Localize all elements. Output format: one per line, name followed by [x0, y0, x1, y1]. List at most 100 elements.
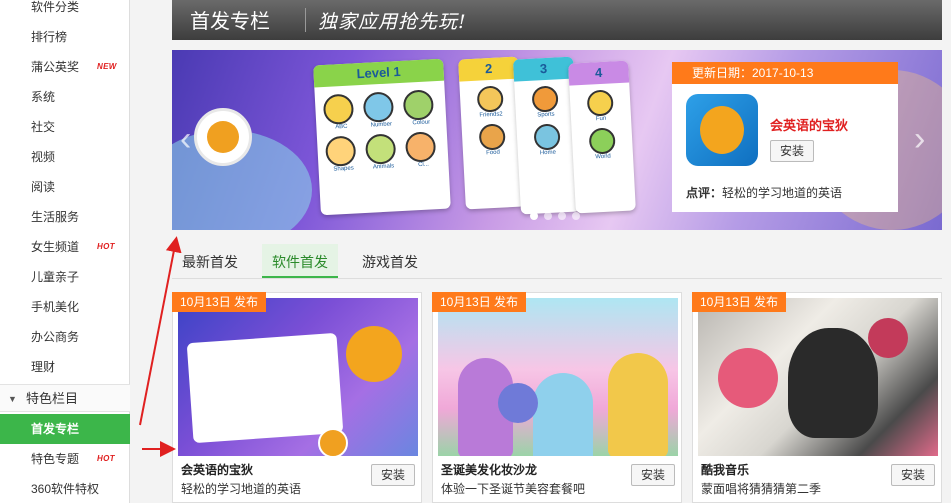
- sidebar-item-system[interactable]: 系统: [0, 82, 130, 112]
- friends-icon: [476, 85, 504, 113]
- sidebar-section-featured[interactable]: ▼ 特色栏目: [0, 384, 130, 412]
- level-card-title: 3: [512, 56, 575, 82]
- sidebar-item-office[interactable]: 办公商务: [0, 322, 130, 352]
- card-label: Number: [370, 121, 393, 129]
- sidebar-item-label: 女生频道: [31, 240, 80, 254]
- pager-dot[interactable]: [530, 212, 538, 220]
- hero-banner[interactable]: Level 1 ABC Number Colour Shapes Animals…: [172, 50, 942, 230]
- app-description: 蒙面唱将猜猜猜第二季: [701, 482, 822, 496]
- sidebar-item-label: 软件分类: [31, 0, 80, 14]
- sidebar-item-girls[interactable]: 女生频道 HOT: [0, 232, 130, 262]
- featured-app-name[interactable]: 会英语的宝狄: [770, 115, 848, 134]
- pager-dot[interactable]: [558, 212, 566, 220]
- card-label: Food: [486, 149, 501, 157]
- app-name[interactable]: 圣诞美发化妆沙龙: [441, 461, 537, 478]
- sidebar-item-label: 办公商务: [31, 330, 80, 344]
- level-card-title: 4: [568, 60, 630, 86]
- card-label: Friends2: [479, 111, 503, 119]
- headphone-icon: [868, 318, 908, 358]
- card-label: World: [595, 153, 611, 161]
- release-date-tag: 10月13日 发布: [432, 292, 527, 312]
- sidebar-item-label: 阅读: [31, 180, 56, 194]
- sidebar-item-finance[interactable]: 理财: [0, 352, 130, 382]
- number-icon: [362, 91, 395, 123]
- comment-prefix: 点评：: [686, 186, 723, 200]
- sidebar-item-video[interactable]: 视频: [0, 142, 130, 172]
- app-tile[interactable]: 10月13日 发布 圣诞美发化妆沙龙 体验一下圣诞节美容套餐吧 安装: [432, 292, 682, 503]
- app-banner-image[interactable]: [178, 298, 418, 456]
- world-icon: [588, 127, 616, 155]
- card-label: Fun: [595, 115, 607, 123]
- sidebar-item-first-release[interactable]: 首发专栏: [0, 414, 130, 444]
- sidebar-item-label: 排行榜: [31, 30, 68, 44]
- level-card: Level 1 ABC Number Colour Shapes Animals…: [313, 58, 451, 216]
- bear-character-icon: [346, 326, 402, 382]
- update-date: 更新日期：2017-10-13: [672, 62, 898, 84]
- app-description: 轻松的学习地道的英语: [181, 482, 302, 496]
- pager-dot[interactable]: [572, 212, 580, 220]
- shapes-icon: [324, 135, 357, 167]
- card-label: Shapes: [333, 165, 354, 173]
- sidebar-item-software-category[interactable]: 软件分类: [0, 0, 130, 22]
- sidebar-item-label: 儿童亲子: [31, 270, 80, 284]
- new-badge: NEW: [97, 62, 117, 71]
- chevron-left-icon[interactable]: ‹: [180, 120, 191, 159]
- sports-icon: [531, 85, 559, 113]
- sidebar-item-kids[interactable]: 儿童亲子: [0, 262, 130, 292]
- abc-icon: [322, 93, 355, 126]
- chevron-right-icon[interactable]: ›: [914, 120, 925, 159]
- app-banner-image[interactable]: [698, 298, 938, 456]
- tab-software[interactable]: 软件首发: [262, 244, 338, 278]
- card-label: Animals: [372, 163, 395, 171]
- level-card-title: 2: [458, 56, 520, 82]
- fun-icon: [586, 89, 614, 117]
- princess-figure: [533, 373, 593, 456]
- app-banner-image[interactable]: [438, 298, 678, 456]
- clothes-icon: [404, 131, 437, 163]
- sidebar: 软件分类 排行榜 蒲公英奖 NEW 系统 社交 视频 阅读 生活服务 女生频道 HO…: [0, 0, 130, 503]
- app-description: 体验一下圣诞节美容套餐吧: [441, 482, 586, 496]
- sidebar-item-social[interactable]: 社交: [0, 112, 130, 142]
- sidebar-item-special-topic[interactable]: 特色专题 HOT: [0, 444, 130, 474]
- bear-character-icon: [194, 108, 252, 166]
- sidebar-item-label: 手机美化: [31, 300, 80, 314]
- home-icon: [533, 123, 561, 151]
- caret-down-icon: ▼: [8, 394, 17, 404]
- tab-games[interactable]: 游戏首发: [362, 244, 418, 278]
- tab-latest[interactable]: 最新首发: [182, 244, 238, 278]
- app-name[interactable]: 酷我音乐: [701, 461, 749, 478]
- carousel-pager: [530, 208, 586, 223]
- level-card-thumb: [186, 332, 344, 444]
- sidebar-item-life-service[interactable]: 生活服务: [0, 202, 130, 232]
- sidebar-item-label: 社交: [31, 120, 56, 134]
- install-button[interactable]: 安装: [891, 464, 935, 486]
- sidebar-item-label: 特色专题: [31, 452, 80, 466]
- install-button[interactable]: 安装: [631, 464, 675, 486]
- decor-circle: [718, 348, 778, 408]
- card-label: Sports: [537, 111, 555, 119]
- column-header: 首发专栏 独家应用抢先玩!: [172, 0, 942, 40]
- sidebar-item-award[interactable]: 蒲公英奖 NEW: [0, 52, 130, 82]
- page-title: 首发专栏: [190, 11, 270, 33]
- hot-badge: HOT: [97, 242, 115, 251]
- app-tile[interactable]: 10月13日 发布 会英语的宝狄 轻松的学习地道的英语 安装: [172, 292, 422, 503]
- sidebar-item-privilege[interactable]: 360软件特权: [0, 474, 130, 503]
- release-date-tag: 10月13日 发布: [172, 292, 267, 312]
- header-divider: [305, 8, 306, 32]
- install-button[interactable]: 安装: [371, 464, 415, 486]
- head-silhouette: [788, 328, 878, 438]
- app-name[interactable]: 会英语的宝狄: [181, 461, 253, 478]
- sidebar-item-reading[interactable]: 阅读: [0, 172, 130, 202]
- featured-install-button[interactable]: 安装: [770, 140, 814, 162]
- sidebar-item-label: 理财: [31, 360, 56, 374]
- sidebar-item-ranking[interactable]: 排行榜: [0, 22, 130, 52]
- release-date-tag: 10月13日 发布: [692, 292, 787, 312]
- princess-figure: [608, 353, 668, 456]
- pager-dot[interactable]: [544, 212, 552, 220]
- app-tile[interactable]: 10月13日 发布 酷我音乐 蒙面唱将猜猜猜第二季 安装: [692, 292, 942, 503]
- header-slogan: 独家应用抢先玩!: [318, 11, 467, 33]
- card-label: Home: [539, 149, 557, 157]
- app-icon[interactable]: [686, 94, 758, 166]
- sidebar-item-label: 360软件特权: [31, 482, 100, 496]
- sidebar-item-beautify[interactable]: 手机美化: [0, 292, 130, 322]
